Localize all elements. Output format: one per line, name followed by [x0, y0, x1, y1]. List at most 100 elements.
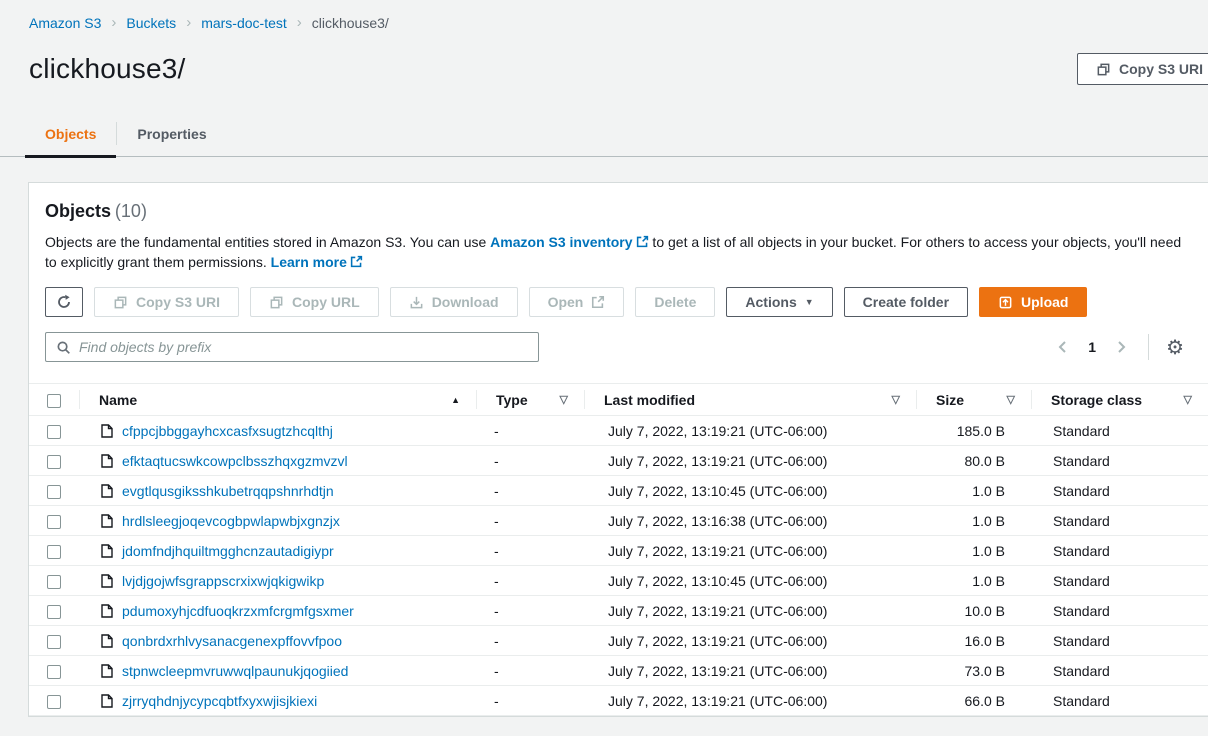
object-storage-class: Standard [1031, 476, 1208, 506]
file-icon [101, 604, 113, 618]
object-storage-class: Standard [1031, 536, 1208, 566]
table-row: lvjdjgojwfsgrappscrxixwjqkigwikp - July … [29, 566, 1208, 596]
row-checkbox[interactable] [47, 455, 61, 469]
learn-more-link[interactable]: Learn more [271, 254, 363, 270]
row-checkbox[interactable] [47, 575, 61, 589]
object-type: - [476, 476, 584, 506]
preferences-gear-icon[interactable]: ⚙ [1166, 337, 1184, 357]
download-button[interactable]: Download [390, 287, 518, 317]
next-page-button[interactable] [1111, 337, 1131, 357]
download-label: Download [432, 294, 499, 310]
row-checkbox[interactable] [47, 665, 61, 679]
column-type-label: Type [496, 392, 528, 408]
row-checkbox[interactable] [47, 635, 61, 649]
delete-label: Delete [654, 294, 696, 310]
object-type: - [476, 536, 584, 566]
refresh-button[interactable] [45, 287, 83, 317]
row-checkbox[interactable] [47, 605, 61, 619]
object-last-modified: July 7, 2022, 13:16:38 (UTC-06:00) [584, 506, 916, 536]
open-button[interactable]: Open [529, 287, 625, 317]
object-storage-class: Standard [1031, 596, 1208, 626]
search-input[interactable] [79, 339, 528, 355]
object-size: 73.0 B [916, 656, 1031, 686]
select-all-checkbox[interactable] [47, 394, 61, 408]
file-icon [101, 544, 113, 558]
breadcrumb-buckets[interactable]: Buckets [126, 15, 176, 31]
object-size: 16.0 B [916, 626, 1031, 656]
object-storage-class: Standard [1031, 686, 1208, 716]
external-link-icon [350, 255, 363, 268]
object-last-modified: July 7, 2022, 13:19:21 (UTC-06:00) [584, 596, 916, 626]
table-row: cfppcjbbggayhcxcasfxsugtzhcqlthj - July … [29, 416, 1208, 446]
actions-dropdown-button[interactable]: Actions ▼ [726, 287, 832, 317]
copy-s3-uri-header-button[interactable]: Copy S3 URI [1077, 53, 1208, 85]
row-checkbox[interactable] [47, 695, 61, 709]
object-name-link[interactable]: evgtlqusgiksshkubetrqqpshnrhdtjn [122, 483, 334, 499]
chevron-down-icon: ▼ [805, 298, 814, 307]
breadcrumb-separator-icon: › [111, 14, 116, 31]
external-link-icon [636, 235, 649, 248]
column-header-name[interactable]: Name▲ [79, 384, 476, 416]
object-storage-class: Standard [1031, 656, 1208, 686]
object-name-link[interactable]: lvjdjgojwfsgrappscrxixwjqkigwikp [122, 573, 324, 589]
row-checkbox[interactable] [47, 485, 61, 499]
tab-properties-label: Properties [137, 126, 206, 142]
table-row: efktaqtucswkcowpclbsszhqxgzmvzvl - July … [29, 446, 1208, 476]
row-checkbox[interactable] [47, 515, 61, 529]
object-size: 1.0 B [916, 566, 1031, 596]
table-row: zjrryqhdnjycypcqbtfxyxwjisjkiexi - July … [29, 686, 1208, 716]
open-label: Open [548, 294, 584, 310]
object-name-link[interactable]: jdomfndjhquiltmgghcnzautadigiypr [122, 543, 334, 559]
amazon-s3-inventory-link[interactable]: Amazon S3 inventory [490, 234, 648, 250]
row-checkbox[interactable] [47, 425, 61, 439]
sort-icon: ▽ [892, 393, 900, 406]
object-name-link[interactable]: pdumoxyhjcdfuoqkrzxmfcrgmfgsxmer [122, 603, 354, 619]
breadcrumb-amazon-s3[interactable]: Amazon S3 [29, 15, 101, 31]
column-header-storage-class[interactable]: Storage class▽ [1031, 384, 1208, 416]
breadcrumb-current: clickhouse3/ [312, 15, 389, 31]
object-last-modified: July 7, 2022, 13:19:21 (UTC-06:00) [584, 446, 916, 476]
breadcrumb-bucket[interactable]: mars-doc-test [201, 15, 287, 31]
delete-button[interactable]: Delete [635, 287, 715, 317]
object-storage-class: Standard [1031, 506, 1208, 536]
breadcrumb-separator-icon: › [297, 14, 302, 31]
object-last-modified: July 7, 2022, 13:19:21 (UTC-06:00) [584, 536, 916, 566]
upload-label: Upload [1021, 294, 1068, 310]
copy-url-label: Copy URL [292, 294, 360, 310]
copy-s3-uri-button[interactable]: Copy S3 URI [94, 287, 239, 317]
object-type: - [476, 626, 584, 656]
tab-objects-label: Objects [45, 126, 96, 142]
copy-s3-uri-header-label: Copy S3 URI [1119, 61, 1203, 77]
object-name-link[interactable]: cfppcjbbggayhcxcasfxsugtzhcqlthj [122, 423, 333, 439]
page-number[interactable]: 1 [1086, 339, 1098, 355]
object-type: - [476, 446, 584, 476]
previous-page-button[interactable] [1053, 337, 1073, 357]
object-name-link[interactable]: zjrryqhdnjycypcqbtfxyxwjisjkiexi [122, 693, 317, 709]
object-size: 1.0 B [916, 476, 1031, 506]
object-name-link[interactable]: hrdlsleegjoqevcogbpwlapwbjxgnzjx [122, 513, 340, 529]
tab-properties[interactable]: Properties [117, 111, 226, 156]
row-checkbox[interactable] [47, 545, 61, 559]
objects-toolbar: Copy S3 URI Copy URL Download Open Delet… [29, 287, 1208, 317]
object-last-modified: July 7, 2022, 13:10:45 (UTC-06:00) [584, 566, 916, 596]
column-header-last-modified[interactable]: Last modified▽ [584, 384, 916, 416]
object-type: - [476, 416, 584, 446]
column-header-type[interactable]: Type ▽ [476, 384, 584, 416]
object-name-link[interactable]: qonbrdxrhlvysanacgenexpffovvfpoo [122, 633, 342, 649]
upload-button[interactable]: Upload [979, 287, 1087, 317]
download-icon [409, 295, 424, 310]
tab-objects[interactable]: Objects [25, 111, 116, 156]
object-name-link[interactable]: efktaqtucswkcowpclbsszhqxgzmvzvl [122, 453, 348, 469]
copy-url-button[interactable]: Copy URL [250, 287, 379, 317]
object-last-modified: July 7, 2022, 13:19:21 (UTC-06:00) [584, 626, 916, 656]
create-folder-button[interactable]: Create folder [844, 287, 968, 317]
search-icon [56, 340, 71, 355]
object-last-modified: July 7, 2022, 13:19:21 (UTC-06:00) [584, 416, 916, 446]
object-name-link[interactable]: stpnwcleepmvruwwqlpaunukjqogiied [122, 663, 348, 679]
sort-icon: ▽ [560, 393, 568, 406]
object-type: - [476, 656, 584, 686]
file-icon [101, 694, 113, 708]
column-size-label: Size [936, 392, 964, 408]
refresh-icon [56, 294, 72, 310]
column-header-size[interactable]: Size▽ [916, 384, 1031, 416]
